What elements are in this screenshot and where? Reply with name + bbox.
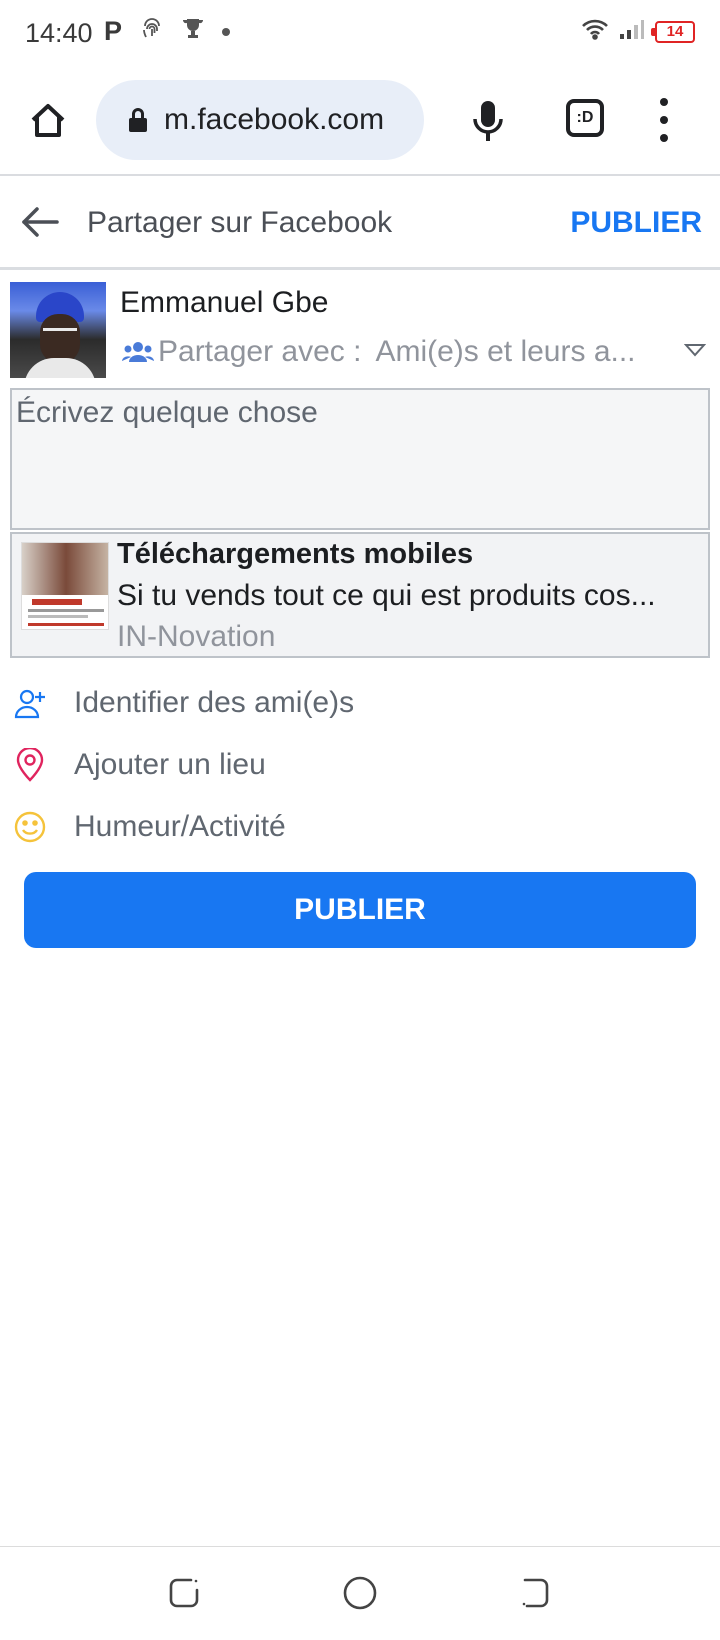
link-thumbnail — [21, 542, 109, 630]
status-bar: 14:40 P 14 — [0, 0, 720, 66]
fingerprint-icon — [140, 17, 164, 46]
smiley-icon — [12, 809, 48, 845]
system-nav-bar — [0, 1546, 720, 1640]
audience-selector[interactable]: Partager avec : Ami(e)s et leurs a... — [122, 334, 712, 370]
home-icon[interactable] — [24, 96, 72, 144]
header-publish-button[interactable]: PUBLIER — [570, 206, 702, 240]
wifi-icon — [581, 18, 609, 45]
browser-toolbar: m.facebook.com :D — [0, 66, 720, 176]
publish-button[interactable]: PUBLIER — [24, 872, 696, 948]
page-title: Partager sur Facebook — [87, 206, 393, 239]
link-source: IN-Novation — [117, 620, 276, 653]
add-location-action[interactable]: Ajouter un lieu — [12, 740, 702, 790]
url-text: m.facebook.com — [164, 103, 385, 136]
status-right-icons: 14 — [581, 18, 695, 45]
post-text-input[interactable]: Écrivez quelque chose — [10, 388, 710, 530]
link-description: Si tu vends tout ce qui est produits cos… — [117, 579, 656, 612]
link-preview-card[interactable]: Téléchargements mobiles Si tu vends tout… — [10, 532, 710, 658]
audience-value: Ami(e)s et leurs a... — [375, 335, 636, 368]
more-options-icon[interactable] — [650, 98, 678, 142]
battery-icon: 14 — [651, 20, 695, 43]
lock-icon — [124, 104, 152, 136]
location-pin-icon — [12, 747, 48, 783]
post-text-placeholder: Écrivez quelque chose — [16, 396, 318, 429]
user-name: Emmanuel Gbe — [120, 286, 329, 319]
link-title: Téléchargements mobiles — [117, 538, 474, 570]
recent-apps-icon[interactable] — [162, 1571, 206, 1615]
microphone-icon[interactable] — [468, 96, 508, 146]
friends-icon — [122, 339, 156, 365]
tag-friends-label: Identifier des ami(e)s — [74, 686, 355, 719]
share-with-label: Partager avec : — [158, 335, 362, 368]
signal-icon — [619, 18, 645, 45]
dot-icon — [222, 27, 231, 36]
address-bar[interactable]: m.facebook.com — [96, 80, 424, 160]
back-nav-icon[interactable] — [514, 1571, 558, 1615]
status-time: 14:40 — [25, 18, 93, 48]
home-nav-icon[interactable] — [338, 1571, 382, 1615]
tag-friends-action[interactable]: Identifier des ami(e)s — [12, 678, 702, 728]
add-location-label: Ajouter un lieu — [74, 748, 266, 781]
feeling-activity-label: Humeur/Activité — [74, 810, 286, 843]
trophy-icon — [182, 17, 204, 46]
tab-switcher-button[interactable]: :D — [566, 99, 604, 137]
status-left-icons: P — [104, 16, 231, 47]
share-header: Partager sur Facebook PUBLIER — [0, 178, 720, 270]
add-friend-icon — [12, 685, 48, 721]
avatar — [10, 282, 106, 378]
p-icon: P — [104, 16, 123, 46]
back-arrow-icon[interactable] — [20, 202, 60, 242]
feeling-activity-action[interactable]: Humeur/Activité — [12, 802, 702, 852]
chevron-down-icon — [683, 342, 707, 363]
